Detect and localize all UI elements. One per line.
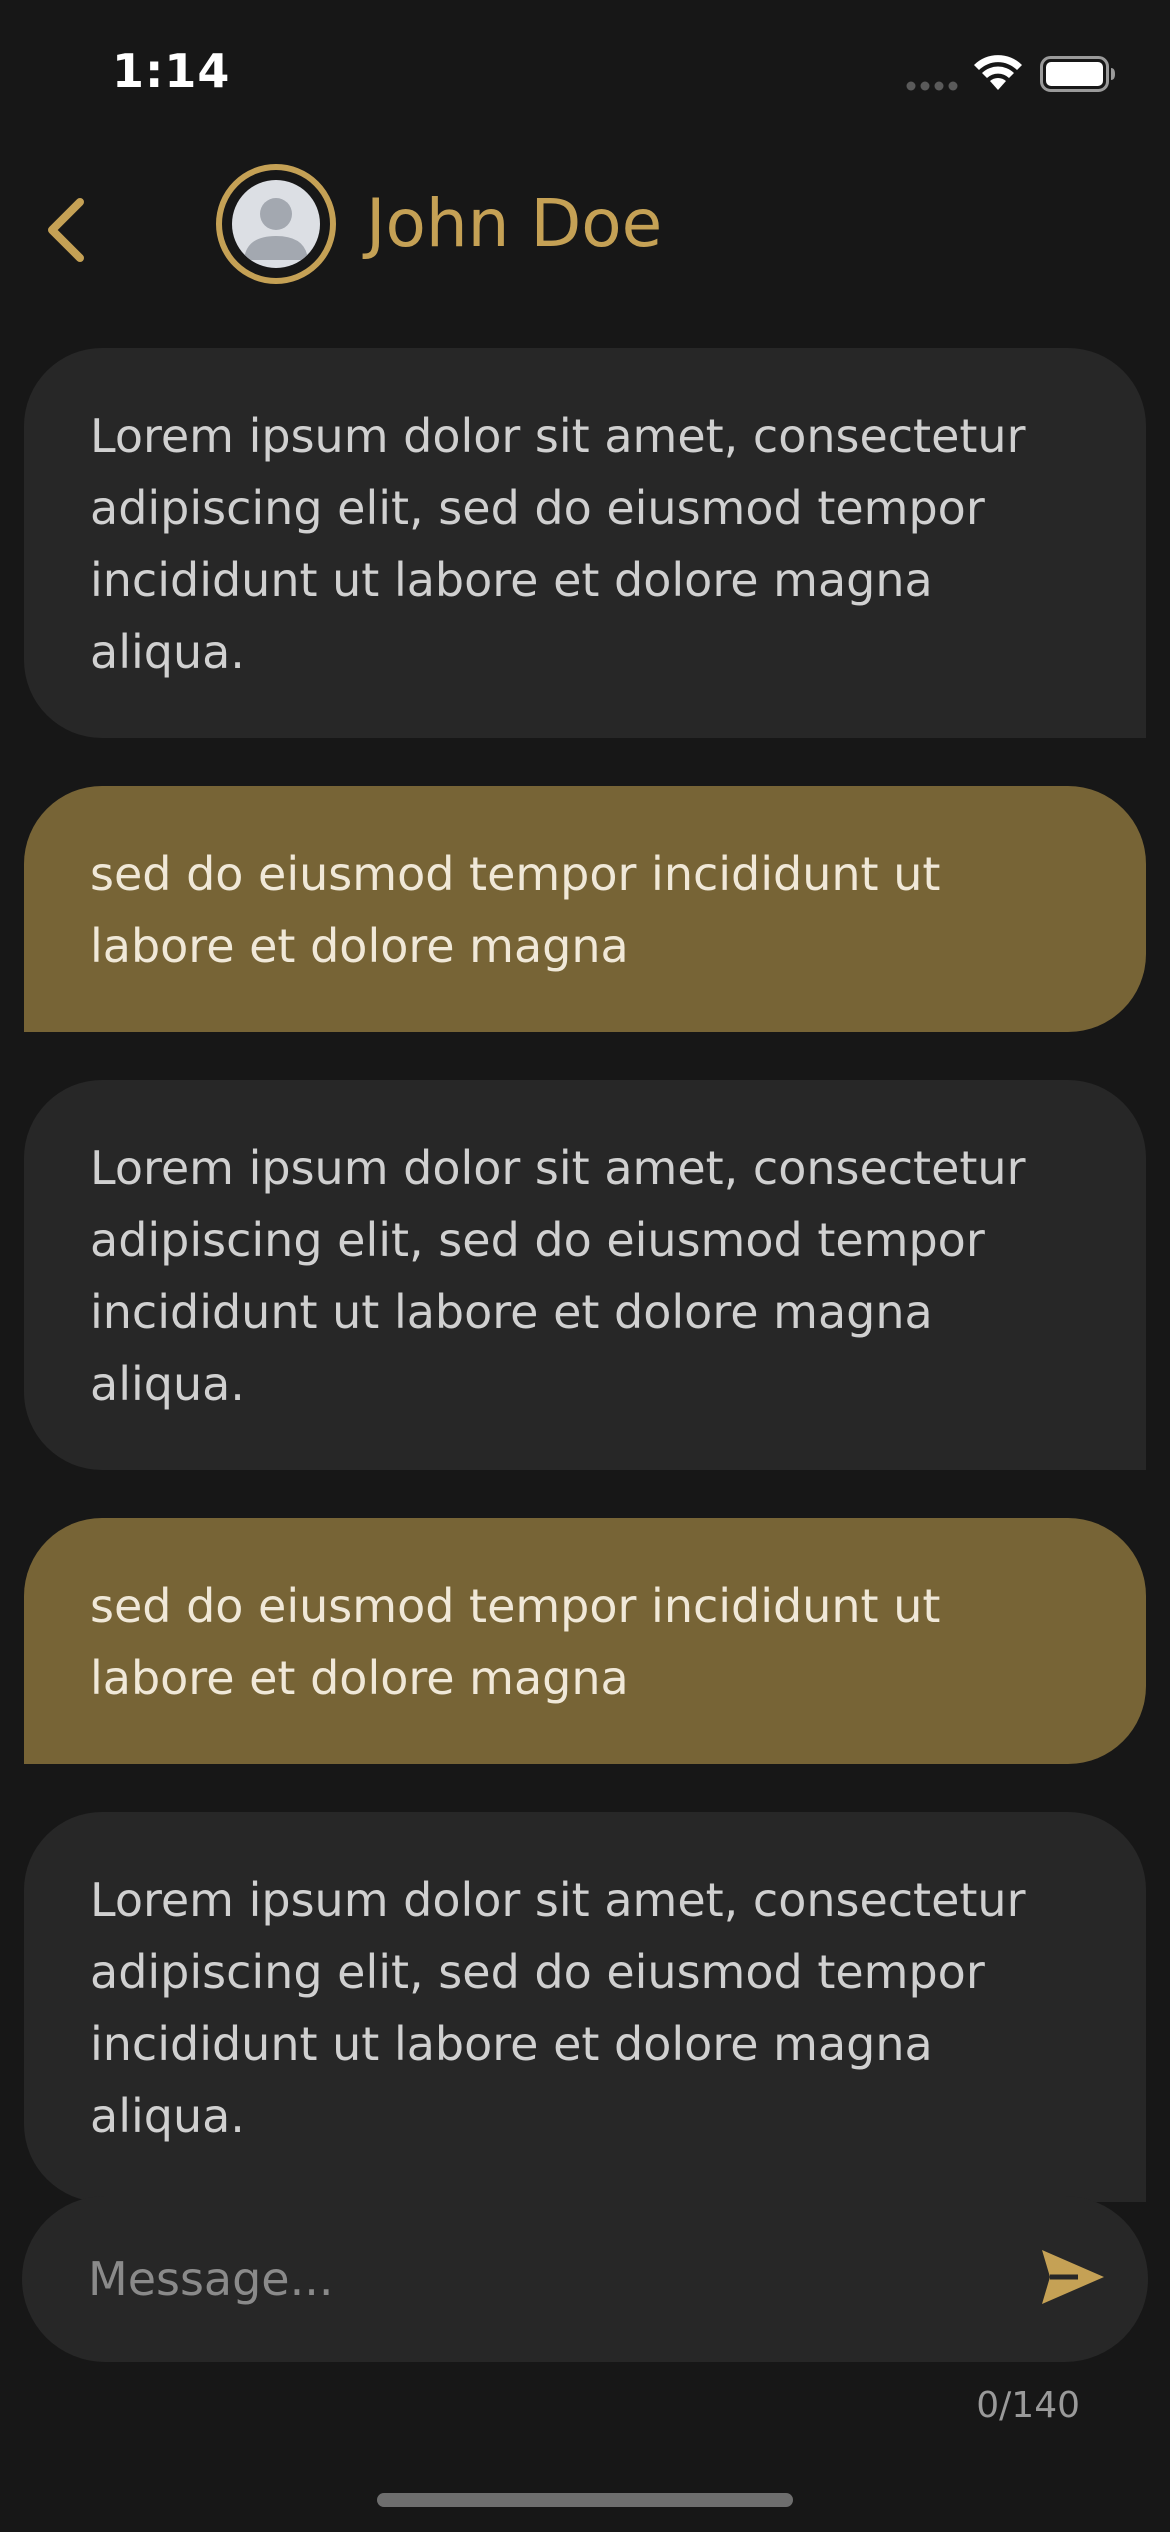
chat-header: John Doe: [0, 150, 1170, 300]
character-counter: 0/140: [976, 2385, 1080, 2426]
battery-icon: [1040, 56, 1115, 92]
chevron-left-icon[interactable]: [36, 190, 96, 270]
received-message-bubble: Lorem ipsum dolor sit amet, consectetur …: [24, 1812, 1146, 2202]
home-indicator: [377, 2493, 793, 2507]
message-composer: [22, 2196, 1148, 2362]
received-message-bubble: Lorem ipsum dolor sit amet, consectetur …: [24, 1080, 1146, 1470]
sent-message-bubble: sed do eiusmod tempor incididunt ut labo…: [24, 1518, 1146, 1764]
received-message-bubble: Lorem ipsum dolor sit amet, consectetur …: [24, 348, 1146, 738]
status-bar: 1:14: [0, 0, 1170, 150]
status-time: 1:14: [112, 44, 231, 98]
wifi-icon: [974, 55, 1022, 90]
contact-name: John Doe: [366, 185, 663, 262]
message-input[interactable]: [86, 2228, 990, 2330]
contact-avatar[interactable]: [216, 164, 336, 284]
send-icon[interactable]: [1038, 2242, 1108, 2312]
message-list: Lorem ipsum dolor sit amet, consectetur …: [24, 348, 1146, 2250]
cellular-signal-icon: [906, 81, 958, 91]
user-avatar-icon: [232, 180, 320, 268]
sent-message-bubble: sed do eiusmod tempor incididunt ut labo…: [24, 786, 1146, 1032]
